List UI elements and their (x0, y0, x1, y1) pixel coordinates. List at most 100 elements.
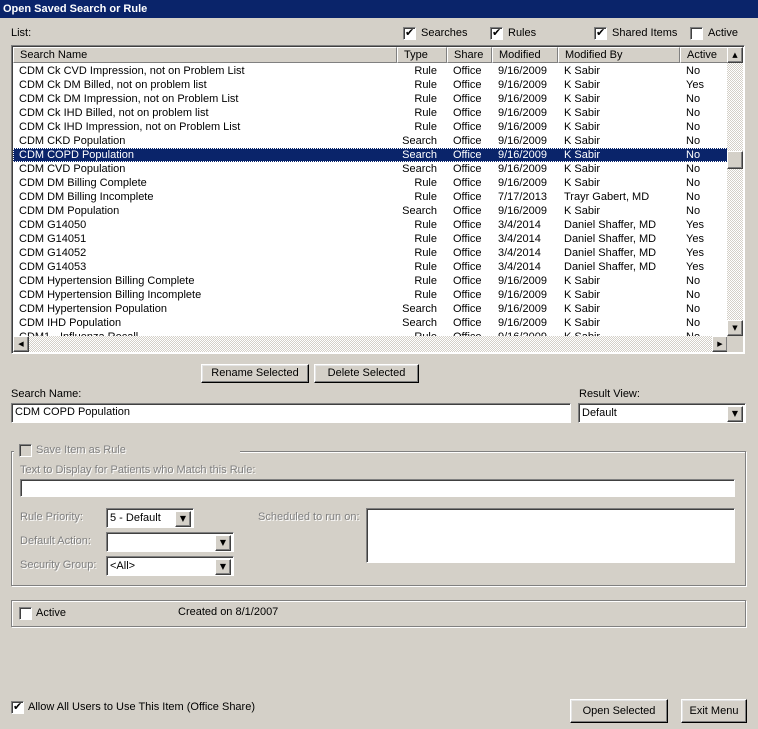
rule-priority-value: 5 - Default (110, 512, 161, 524)
cell-share: Office (453, 219, 482, 231)
search-list[interactable]: Search Name Type Share Modified Modified… (11, 45, 745, 354)
cell-active: No (686, 163, 701, 175)
scheduled-list[interactable] (366, 508, 735, 563)
column-active[interactable]: Active (680, 47, 728, 63)
cell-type: Rule (414, 233, 437, 245)
cell-type: Rule (414, 121, 437, 133)
table-row[interactable]: CDM COPD Population Search Office 9/16/2009… (13, 148, 728, 162)
cell-active: No (686, 205, 701, 217)
chevron-down-icon[interactable]: ▼ (215, 559, 231, 575)
cell-modified-by: K Sabir (564, 93, 601, 105)
cell-modified: 9/16/2009 (498, 289, 547, 301)
result-view-value: Default (582, 407, 617, 419)
cell-share: Office (453, 177, 482, 189)
chevron-down-icon[interactable]: ▼ (727, 406, 743, 422)
security-group-value: <All> (110, 560, 136, 572)
cell-search-name: CDM Ck DM Impression, not on Problem Lis… (19, 93, 239, 105)
table-row[interactable]: CDM Hypertension Population Search Office 9… (13, 302, 728, 316)
cell-share: Office (453, 93, 482, 105)
table-row[interactable]: CDM DM Billing Incomplete Rule Office 7/17/… (13, 190, 728, 204)
table-row[interactable]: CDM G14052 Rule Office 3/4/2014 Daniel Shaff… (13, 246, 728, 260)
table-row[interactable]: CDM Hypertension Billing Incomplete Rule O… (13, 288, 728, 302)
cell-type: Rule (414, 261, 437, 273)
cell-active: No (686, 177, 701, 189)
delete-selected-button[interactable]: Delete Selected (314, 364, 419, 383)
table-row[interactable]: CDM Ck DM Billed, not on problem list Rul… (13, 78, 728, 92)
scroll-up-icon[interactable]: ▲ (727, 47, 743, 63)
active-filter-checkbox[interactable] (690, 27, 703, 40)
cell-modified-by: Daniel Shaffer, MD (564, 219, 657, 231)
chevron-down-icon[interactable]: ▼ (215, 535, 231, 551)
cell-active: Yes (686, 247, 704, 259)
horizontal-scrollbar[interactable]: ◀ ▶ (13, 336, 728, 352)
table-row[interactable]: CDM CVD Population Search Office 9/16/2009 K… (13, 162, 728, 176)
table-row[interactable]: CDM G14053 Rule Office 3/4/2014 Daniel Shaff… (13, 260, 728, 274)
table-row[interactable]: CDM Hypertension Billing Complete Rule Off… (13, 274, 728, 288)
cell-active: Yes (686, 79, 704, 91)
open-selected-button[interactable]: Open Selected (570, 699, 668, 723)
display-text-input[interactable] (20, 479, 735, 497)
searches-checkbox[interactable] (403, 26, 416, 40)
security-group-label: Security Group: (20, 559, 97, 571)
chevron-down-icon[interactable]: ▼ (175, 511, 191, 527)
scroll-left-icon[interactable]: ◀ (13, 336, 29, 352)
table-row[interactable]: CDM DM Population Search Office 9/16/2009 K … (13, 204, 728, 218)
default-action-select[interactable]: ▼ (106, 532, 234, 552)
cell-active: No (686, 65, 701, 77)
search-name-input[interactable]: CDM COPD Population (11, 403, 571, 423)
rule-priority-select[interactable]: 5 - Default ▼ (106, 508, 194, 528)
cell-modified: 9/16/2009 (498, 205, 547, 217)
table-row[interactable]: CDM G14051 Rule Office 3/4/2014 Daniel Shaff… (13, 232, 728, 246)
cell-search-name: CDM IHD Population (19, 317, 122, 329)
cell-modified-by: K Sabir (564, 149, 601, 161)
column-type[interactable]: Type (397, 47, 447, 63)
security-group-select[interactable]: <All> ▼ (106, 556, 234, 576)
cell-share: Office (453, 135, 482, 147)
result-view-select[interactable]: Default ▼ (578, 403, 746, 423)
rules-checkbox[interactable] (490, 26, 503, 40)
active-label: Active (36, 607, 66, 619)
scroll-down-icon[interactable]: ▼ (727, 320, 743, 336)
table-row[interactable]: CDM DM Billing Complete Rule Office 9/16/20… (13, 176, 728, 190)
cell-share: Office (453, 289, 482, 301)
status-group (11, 600, 746, 627)
cell-active: No (686, 317, 701, 329)
exit-menu-button[interactable]: Exit Menu (681, 699, 747, 723)
table-row[interactable]: CDM Ck DM Impression, not on Problem Lis… (13, 92, 728, 106)
cell-type: Rule (414, 65, 437, 77)
cell-type: Search (402, 303, 437, 315)
cell-modified: 7/17/2013 (498, 191, 547, 203)
shared-items-checkbox[interactable] (594, 26, 607, 40)
vertical-scrollbar[interactable]: ▲ ▼ (727, 47, 743, 336)
cell-share: Office (453, 121, 482, 133)
column-modified[interactable]: Modified (492, 47, 558, 63)
column-share[interactable]: Share (447, 47, 492, 63)
default-action-label: Default Action: (20, 535, 91, 547)
table-row[interactable]: CDM G14050 Rule Office 3/4/2014 Daniel Shaff… (13, 218, 728, 232)
cell-active: No (686, 107, 701, 119)
table-row[interactable]: CDM CKD Population Search Office 9/16/2009 K… (13, 134, 728, 148)
cell-modified-by: K Sabir (564, 107, 601, 119)
rename-selected-button[interactable]: Rename Selected (201, 364, 309, 383)
scroll-thumb[interactable] (727, 151, 743, 169)
table-row[interactable]: CDM Ck CVD Impression, not on Problem Li… (13, 64, 728, 78)
searches-label: Searches (421, 27, 468, 39)
cell-modified: 9/16/2009 (498, 317, 547, 329)
table-row[interactable]: CDM Ck IHD Billed, not on problem list Ru… (13, 106, 728, 120)
table-row[interactable]: CDM Ck IHD Impression, not on Problem Li… (13, 120, 728, 134)
cell-modified: 9/16/2009 (498, 79, 547, 91)
created-on-text: Created on 8/1/2007 (178, 606, 279, 618)
cell-search-name: CDM CKD Population (19, 135, 126, 147)
column-search-name[interactable]: Search Name (13, 47, 397, 63)
column-modified-by[interactable]: Modified By (558, 47, 680, 63)
active-filter-label: Active (708, 27, 738, 39)
allow-all-users-label: Allow All Users to Use This Item (Office… (28, 701, 255, 713)
scroll-right-icon[interactable]: ▶ (712, 336, 728, 352)
table-row[interactable]: CDM IHD Population Search Office 9/16/2009 K… (13, 316, 728, 330)
allow-all-users-checkbox[interactable] (11, 700, 24, 714)
save-as-rule-checkbox[interactable] (19, 444, 32, 457)
cell-type: Rule (414, 79, 437, 91)
save-as-rule-label: Save Item as Rule (36, 444, 126, 456)
active-checkbox[interactable] (19, 607, 32, 620)
cell-search-name: CDM Ck CVD Impression, not on Problem Li… (19, 65, 245, 77)
